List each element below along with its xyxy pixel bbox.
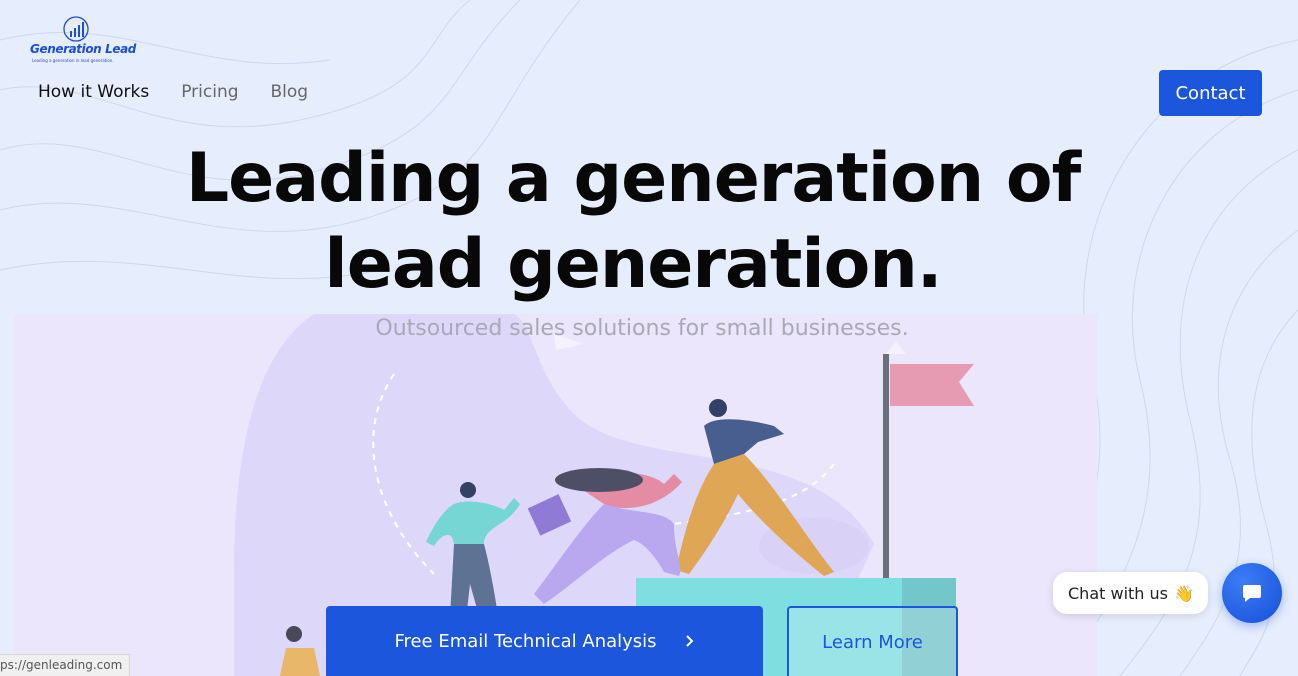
chat-with-us-pill[interactable]: Chat with us 👋 xyxy=(1053,572,1208,614)
hero-title-line-2: lead generation. xyxy=(324,225,942,304)
learn-more-button[interactable]: Learn More xyxy=(787,606,958,676)
nav-item-blog[interactable]: Blog xyxy=(271,81,309,103)
hero-subtitle: Outsourced sales solutions for small bus… xyxy=(375,316,909,341)
hero-title-line-1: Leading a generation of xyxy=(185,139,1081,218)
chevron-right-icon xyxy=(685,635,693,647)
nav-item-pricing[interactable]: Pricing xyxy=(181,81,238,103)
brand-logo[interactable]: Generation Lead Leading a generation in … xyxy=(28,16,136,68)
chat-with-us-label: Chat with us xyxy=(1068,583,1168,603)
brand-name: Generation Lead xyxy=(30,42,136,56)
brand-tagline: Leading a generation in lead generation. xyxy=(32,58,114,63)
nav-item-how-it-works[interactable]: How it Works xyxy=(38,81,149,103)
status-bar-url: ps://genleading.com xyxy=(0,654,131,676)
contact-button[interactable]: Contact xyxy=(1159,70,1262,116)
waving-hand-icon: 👋 xyxy=(1173,583,1194,603)
bar-chart-globe-icon xyxy=(63,16,89,42)
free-email-analysis-button[interactable]: Free Email Technical Analysis xyxy=(326,606,763,676)
chat-launcher-button[interactable] xyxy=(1222,563,1282,623)
hero-title: Leading a generation of lead generation. xyxy=(0,136,1266,308)
main-nav: How it Works Pricing Blog xyxy=(38,81,308,103)
free-email-analysis-label: Free Email Technical Analysis xyxy=(394,630,657,652)
chat-bubble-icon xyxy=(1243,585,1261,602)
